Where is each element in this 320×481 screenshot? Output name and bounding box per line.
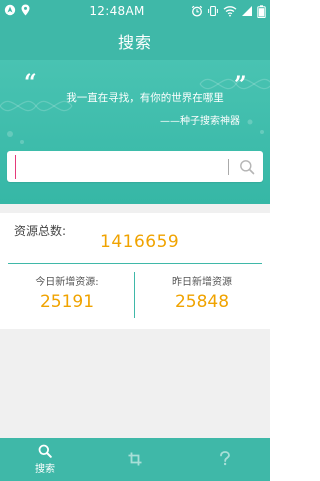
total-resources-label: 资源总数: <box>14 224 67 238</box>
today-new-label: 今日新增资源: <box>35 277 99 288</box>
search-input[interactable] <box>15 154 228 179</box>
resource-stats-card: 资源总数: 1416659 今日新增资源: 25191 昨日新增资源 25848 <box>0 213 270 329</box>
vibrate-icon <box>207 5 219 17</box>
signal-icon <box>241 5 253 17</box>
status-right <box>170 4 270 18</box>
app-header: 搜索 <box>0 22 270 60</box>
app-notification-icon <box>4 4 16 19</box>
status-left <box>0 4 74 19</box>
today-new-value: 25191 <box>39 292 95 312</box>
yesterday-new-label: 昨日新增资源 <box>172 277 232 288</box>
status-bar: 12:48AM <box>0 0 270 22</box>
alarm-icon <box>191 5 203 17</box>
yesterday-new-value: 25848 <box>174 292 230 312</box>
search-divider <box>228 158 229 175</box>
quote-close-mark: ” <box>234 72 247 98</box>
crop-icon <box>128 452 142 465</box>
nav-item-search[interactable]: 搜索 <box>0 438 90 481</box>
quote-text: 我一直在寻找，有你的世界在哪里 <box>66 92 224 104</box>
status-time: 12:48AM <box>89 4 145 18</box>
dna-decoration-icon <box>0 78 270 144</box>
bottom-nav: 搜索 <box>0 438 270 481</box>
location-pin-icon <box>21 4 30 19</box>
quote-banner: “ 我一直在寻找，有你的世界在哪里 ” ——种子搜索神器 <box>0 60 270 204</box>
battery-icon <box>257 4 266 18</box>
app-screen: 12:48AM 搜索 “ 我一直在寻找，有你的世界在哪里 ” ——种子搜索神器 … <box>0 0 270 481</box>
stats-divider-horizontal <box>8 263 262 264</box>
help-icon <box>220 451 230 466</box>
nav-item-search-label: 搜索 <box>35 464 55 475</box>
nav-item-help[interactable] <box>180 438 270 481</box>
search-box[interactable] <box>7 151 263 182</box>
total-resources-value: 1416659 <box>100 232 180 252</box>
nav-item-crop[interactable] <box>90 438 180 481</box>
wifi-icon <box>223 5 237 17</box>
search-submit-button[interactable] <box>235 155 259 179</box>
search-icon <box>38 444 52 458</box>
page-title: 搜索 <box>117 33 152 52</box>
search-icon <box>240 159 255 174</box>
quote-open-mark: “ <box>24 70 37 96</box>
quote-author: ——种子搜索神器 <box>160 116 240 127</box>
